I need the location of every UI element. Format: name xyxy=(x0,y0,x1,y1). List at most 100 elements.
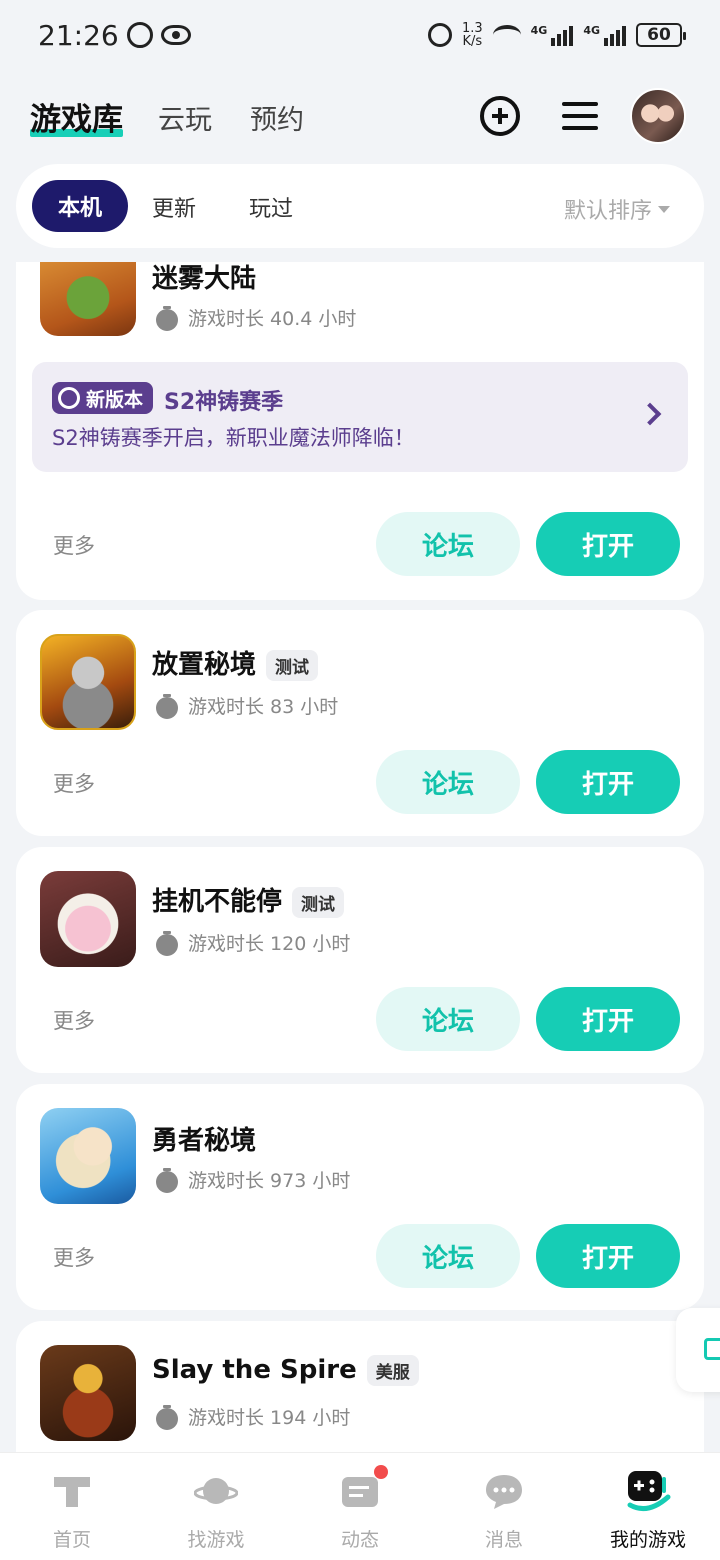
nav-messages[interactable]: 消息 xyxy=(432,1453,576,1560)
new-version-label: 新版本 xyxy=(86,388,144,411)
game-card: 挂机不能停 测试 游戏时长 120 小时 更多 论坛 打开 xyxy=(16,847,704,1073)
game-name-text: Slay the Spire xyxy=(152,1355,357,1385)
volte-icon xyxy=(126,22,153,48)
game-card: 放置秘境 测试 游戏时长 83 小时 更多 论坛 打开 xyxy=(16,610,704,836)
promo-description: S2神铸赛季开启，新职业魔法师降临！ xyxy=(52,426,415,450)
game-name: Slay the Spire 美服 xyxy=(152,1355,419,1386)
status-right: 1.3 K/s 4G 4G 60 xyxy=(427,22,686,48)
open-button[interactable]: 打开 xyxy=(536,1224,680,1288)
game-list[interactable]: 迷雾大陆 游戏时长 40.4 小时 新版本 S2神铸赛季 S2神铸赛季开启，新职… xyxy=(0,262,720,1452)
playtime: 游戏时长 40.4 小时 xyxy=(156,304,356,331)
bottom-nav: 首页 找游戏 动态 消息 我的游戏 xyxy=(0,1452,720,1560)
menu-icon[interactable] xyxy=(562,100,598,132)
signal-icon-1: 4G xyxy=(531,24,574,46)
nav-messages-label: 消息 xyxy=(484,1529,523,1551)
playtime-text: 游戏时长 194 小时 xyxy=(188,1407,351,1429)
add-icon[interactable] xyxy=(480,96,520,136)
new-version-badge: 新版本 xyxy=(52,382,154,414)
more-button[interactable]: 更多 xyxy=(53,768,95,798)
forum-button[interactable]: 论坛 xyxy=(376,987,520,1051)
planet-icon xyxy=(194,1478,238,1504)
tab-game-library[interactable]: 游戏库 xyxy=(30,94,123,139)
feed-notification-dot xyxy=(374,1465,388,1479)
download-icon xyxy=(704,1338,720,1360)
caret-down-icon xyxy=(658,205,670,213)
version-promo-banner[interactable]: 新版本 S2神铸赛季 S2神铸赛季开启，新职业魔法师降临！ xyxy=(32,362,688,472)
more-button[interactable]: 更多 xyxy=(53,1005,95,1035)
forum-button[interactable]: 论坛 xyxy=(376,1224,520,1288)
region-tag: 美服 xyxy=(366,1355,419,1386)
signal-2-label: 4G xyxy=(583,24,600,37)
game-card: Slay the Spire 美服 游戏时长 194 小时 xyxy=(16,1321,704,1452)
game-name: 挂机不能停 测试 xyxy=(152,881,345,918)
open-button[interactable]: 打开 xyxy=(536,512,680,576)
battery-icon: 60 xyxy=(636,23,686,47)
header: 游戏库 云玩 预约 xyxy=(0,80,720,152)
nav-feed[interactable]: 动态 xyxy=(288,1453,432,1560)
signal-1-label: 4G xyxy=(530,24,548,37)
game-icon-slay-the-spire[interactable] xyxy=(40,1345,136,1441)
signal-icon-2: 4G xyxy=(583,24,626,46)
game-icon-idle-nonstop[interactable] xyxy=(40,871,136,967)
chip-local[interactable]: 本机 xyxy=(32,180,128,232)
tab-reserve[interactable]: 预约 xyxy=(250,98,304,137)
stopwatch-icon xyxy=(156,305,178,331)
alarm-icon xyxy=(427,23,452,47)
playtime-text: 游戏时长 83 小时 xyxy=(188,696,339,718)
status-time: 21:26 xyxy=(38,18,119,52)
avatar[interactable] xyxy=(630,88,686,144)
chip-played[interactable]: 玩过 xyxy=(249,191,293,223)
open-button[interactable]: 打开 xyxy=(536,750,680,814)
status-left: 21:26 xyxy=(38,19,191,52)
chat-icon xyxy=(486,1475,522,1509)
nav-feed-label: 动态 xyxy=(340,1529,379,1551)
test-tag: 测试 xyxy=(266,650,319,681)
playtime: 游戏时长 973 小时 xyxy=(156,1166,350,1193)
more-button[interactable]: 更多 xyxy=(53,530,95,560)
game-icon-idle-realm[interactable] xyxy=(40,634,136,730)
chevron-right-icon xyxy=(638,402,662,426)
download-side-tab[interactable] xyxy=(676,1308,720,1392)
game-name: 迷雾大陆 xyxy=(152,264,257,294)
game-icon-mist-continent[interactable] xyxy=(40,262,136,336)
stopwatch-icon xyxy=(156,930,178,956)
game-name: 放置秘境 测试 xyxy=(152,644,319,681)
net-speed: 1.3 K/s xyxy=(462,22,483,48)
more-button[interactable]: 更多 xyxy=(53,1242,95,1272)
status-bar: 21:26 1.3 K/s 4G 4G 60 xyxy=(0,0,720,70)
open-button[interactable]: 打开 xyxy=(536,987,680,1051)
game-card: 迷雾大陆 游戏时长 40.4 小时 新版本 S2神铸赛季 S2神铸赛季开启，新职… xyxy=(16,262,704,600)
playtime-text: 游戏时长 120 小时 xyxy=(188,933,351,955)
tab-cloud-play[interactable]: 云玩 xyxy=(158,98,212,137)
stopwatch-icon xyxy=(156,1404,178,1430)
forum-button[interactable]: 论坛 xyxy=(376,512,520,576)
game-name: 勇者秘境 xyxy=(152,1126,257,1156)
game-name-text: 放置秘境 xyxy=(152,650,257,680)
game-icon-brave-realm[interactable] xyxy=(40,1108,136,1204)
sort-label: 默认排序 xyxy=(563,199,652,224)
game-name-text: 挂机不能停 xyxy=(152,887,283,917)
nav-discover[interactable]: 找游戏 xyxy=(144,1453,288,1560)
sort-dropdown[interactable]: 默认排序 xyxy=(564,193,670,225)
game-card: 勇者秘境 游戏时长 973 小时 更多 论坛 打开 xyxy=(16,1084,704,1310)
playtime: 游戏时长 120 小时 xyxy=(156,929,350,956)
wifi-icon xyxy=(492,25,521,45)
stopwatch-icon xyxy=(156,693,178,719)
eye-icon xyxy=(160,25,191,45)
home-icon xyxy=(54,1477,90,1507)
nav-home-label: 首页 xyxy=(52,1529,91,1551)
filter-bar: 本机 更新 玩过 默认排序 xyxy=(16,164,704,248)
playtime-text: 游戏时长 973 小时 xyxy=(188,1170,351,1192)
promo-title: S2神铸赛季 xyxy=(164,390,284,415)
nav-home[interactable]: 首页 xyxy=(0,1453,144,1560)
stopwatch-icon xyxy=(156,1167,178,1193)
test-tag: 测试 xyxy=(292,887,345,918)
nav-my-games[interactable]: 我的游戏 xyxy=(576,1453,720,1560)
nav-discover-label: 找游戏 xyxy=(187,1529,245,1551)
forum-button[interactable]: 论坛 xyxy=(376,750,520,814)
version-icon xyxy=(58,387,80,409)
chip-updates[interactable]: 更新 xyxy=(152,191,196,223)
tab-game-library-label: 游戏库 xyxy=(30,102,123,138)
battery-level: 60 xyxy=(647,25,671,45)
net-speed-unit: K/s xyxy=(462,34,483,49)
